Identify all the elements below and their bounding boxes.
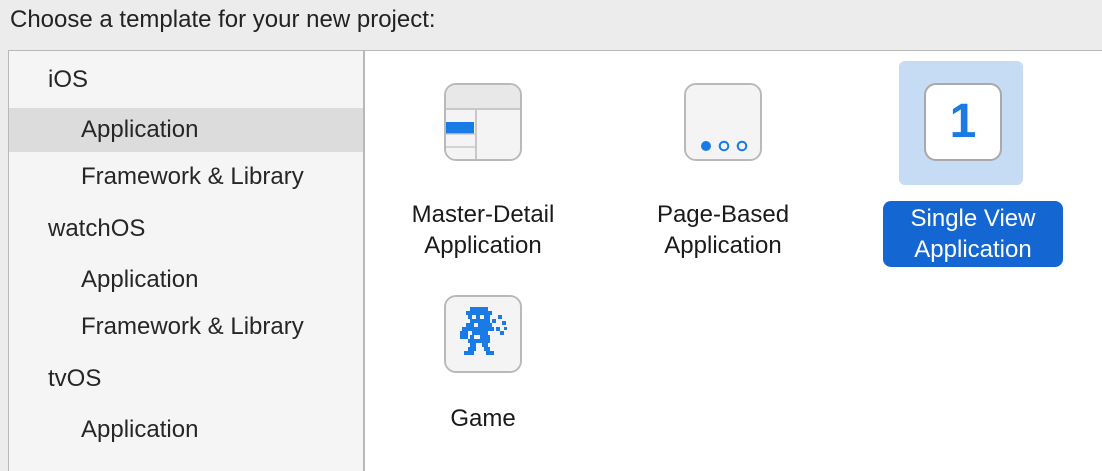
sidebar-item-watchos-framework-library[interactable]: Framework & Library	[9, 305, 363, 349]
tile-icon-area	[365, 275, 601, 395]
single-view-icon: 1	[924, 83, 1002, 161]
template-label-line2: Application	[664, 232, 782, 259]
sidebar-item-ios-framework-library[interactable]: Framework & Library	[9, 155, 363, 199]
template-label: Game	[365, 403, 601, 434]
game-icon	[444, 295, 522, 373]
sidebar-item-ios-application[interactable]: Application	[9, 108, 363, 152]
sidebar-item-ios[interactable]: iOS	[9, 58, 363, 102]
template-game[interactable]: Game	[365, 275, 601, 455]
tile-icon-area	[605, 63, 841, 183]
sidebar: iOS Application Framework & Library watc…	[9, 51, 365, 471]
template-label-selected: Single View Application	[883, 201, 1063, 267]
template-label-line2: Application	[424, 232, 542, 259]
template-label-line1: Game	[450, 405, 516, 432]
tile-icon-area	[365, 63, 601, 183]
template-panel: iOS Application Framework & Library watc…	[8, 50, 1102, 471]
master-detail-icon	[444, 83, 522, 161]
template-label: Master-Detail Application	[365, 199, 601, 261]
sidebar-item-watchos-application[interactable]: Application	[9, 258, 363, 302]
template-page-based[interactable]: Page-Based Application	[605, 63, 841, 263]
single-view-glyph: 1	[949, 95, 977, 148]
template-label-line1: Single View	[910, 205, 1036, 232]
sidebar-item-tvos-application[interactable]: Application	[9, 408, 363, 452]
template-label-line2: Application	[914, 236, 1032, 263]
page-title: Choose a template for your new project:	[10, 6, 436, 33]
page-based-icon	[684, 83, 762, 161]
template-master-detail[interactable]: Master-Detail Application	[365, 63, 601, 263]
template-single-view[interactable]: 1 Single View Application	[845, 61, 1081, 267]
sidebar-item-tvos[interactable]: tvOS	[9, 357, 363, 401]
template-grid: Master-Detail Application Page-Based App	[365, 51, 1102, 471]
template-label: Page-Based Application	[605, 199, 841, 261]
template-label-line1: Master-Detail	[411, 201, 555, 228]
sidebar-item-watchos[interactable]: watchOS	[9, 207, 363, 251]
template-label-line1: Page-Based	[656, 201, 790, 228]
